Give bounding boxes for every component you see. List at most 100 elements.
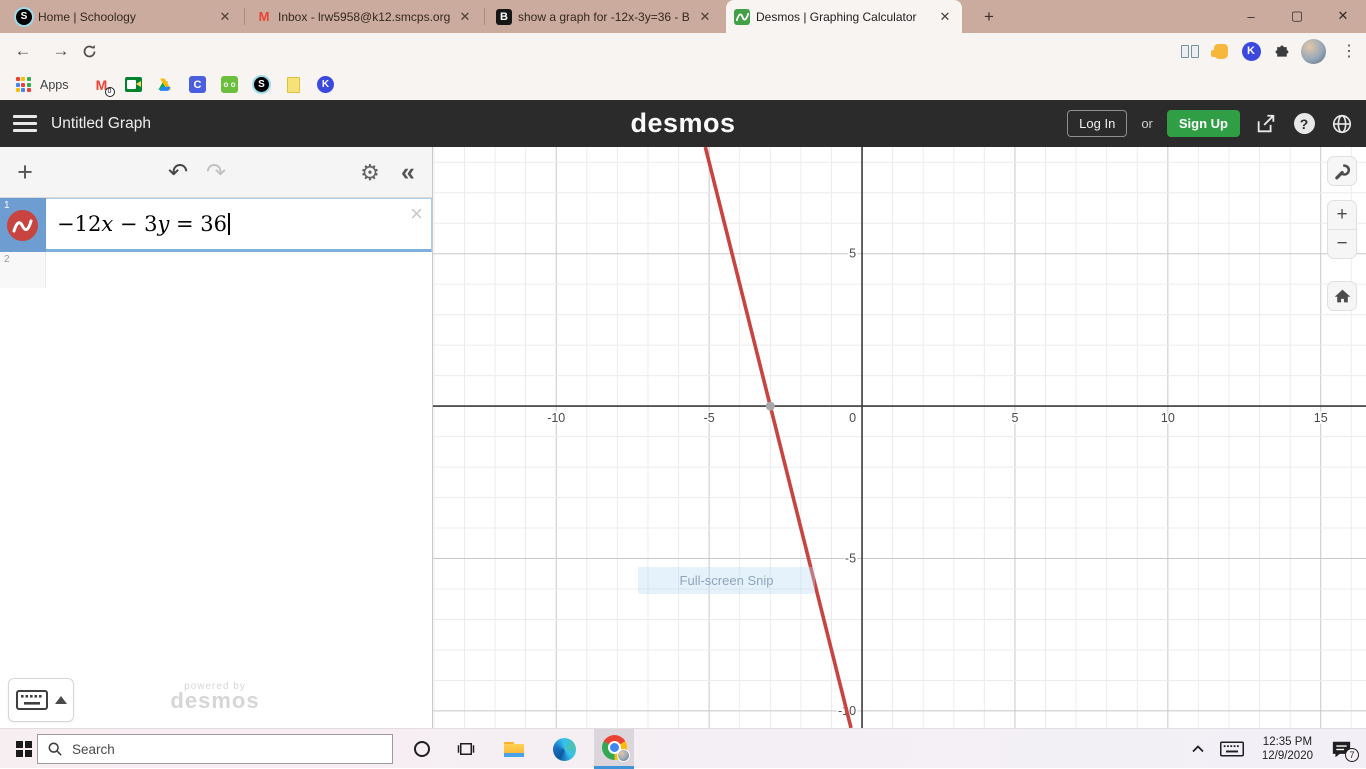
add-expression-button[interactable]: +	[10, 147, 40, 198]
desmos-favicon	[734, 8, 750, 25]
chrome-menu-icon[interactable]: ⋮	[1336, 38, 1362, 64]
graph-paper[interactable]: -10-5510155-5-100 Full-screen Snip + −	[433, 147, 1366, 728]
tab-bing-search[interactable]: B show a graph for -12x-3y=36 - B ✕	[488, 0, 722, 33]
expression-row-1[interactable]: 1 −12x − 3y = 36 ×	[0, 198, 432, 252]
taskbar-clock[interactable]: 12:35 PM 12/9/2020	[1262, 735, 1313, 763]
tab-schoology[interactable]: S Home | Schoology ✕	[8, 0, 242, 33]
bing-favicon: B	[496, 8, 512, 25]
browser-toolbar: ← → desmos.com/calculator K ⋮	[0, 33, 1366, 99]
graph-title[interactable]: Untitled Graph	[51, 115, 151, 133]
zoom-out-button[interactable]: −	[1328, 230, 1356, 258]
svg-text:-10: -10	[547, 411, 565, 425]
apps-label[interactable]: Apps	[40, 78, 69, 92]
show-keyboard-button[interactable]	[8, 678, 74, 722]
line-style-icon[interactable]	[7, 210, 38, 241]
main-menu-icon[interactable]	[13, 115, 37, 132]
chrome-button-active[interactable]	[594, 729, 634, 769]
chrome-profile-badge	[616, 749, 630, 762]
close-window-button[interactable]: ✕	[1320, 0, 1366, 32]
desmos-watermark[interactable]: powered by desmos	[130, 681, 300, 712]
tab-gmail[interactable]: M Inbox - lrw5958@k12.smcps.org ✕	[248, 0, 482, 33]
clever-bookmark-icon[interactable]: C	[189, 76, 207, 94]
new-tab-button[interactable]: +	[976, 5, 1002, 29]
svg-text:-5: -5	[845, 552, 856, 566]
action-center-button[interactable]: 7	[1331, 740, 1359, 762]
redo-button[interactable]: ↷	[200, 147, 232, 198]
kami-bookmark-icon[interactable]: K	[317, 76, 335, 94]
schoology-bookmark-icon[interactable]: S	[253, 76, 271, 94]
default-viewport-home-button[interactable]	[1327, 281, 1357, 311]
wrench-icon	[1334, 163, 1350, 179]
tab-title: Desmos | Graphing Calculator	[756, 9, 917, 24]
file-explorer-button[interactable]	[492, 729, 536, 769]
expression-index: 1	[4, 200, 10, 211]
windows-taskbar: Search 12:35 PM 12/9/2020 7	[0, 728, 1366, 769]
graph-canvas[interactable]: -10-5510155-5-100	[433, 147, 1366, 728]
drive-bookmark-icon[interactable]	[157, 76, 175, 94]
close-tab-icon[interactable]: ✕	[936, 9, 954, 25]
expression-row-2[interactable]: 2	[0, 252, 46, 288]
fullscreen-snip-overlay: Full-screen Snip	[638, 567, 815, 594]
svg-text:-5: -5	[704, 411, 715, 425]
touch-keyboard-icon[interactable]	[1219, 741, 1244, 757]
share-icon[interactable]	[1254, 112, 1278, 136]
bookmarks-bar: Apps M 0 C o o S K	[0, 69, 1366, 100]
profile-avatar[interactable]	[1300, 38, 1326, 64]
minimize-button[interactable]: –	[1228, 0, 1274, 32]
gmail-bookmark-icon[interactable]: M 0	[93, 76, 115, 97]
tab-strip: S Home | Schoology ✕ M Inbox - lrw5958@k…	[0, 0, 1366, 33]
back-button[interactable]: ←	[10, 38, 36, 64]
apps-grid-icon[interactable]	[14, 76, 32, 94]
expression-panel: + ↶ ↷ ⚙ « 1 −12x − 3y = 36 × 2 powered b…	[0, 147, 433, 728]
zoom-in-button[interactable]: +	[1328, 201, 1356, 229]
globe-language-icon[interactable]	[1330, 112, 1354, 136]
keyboard-expand-icon	[54, 696, 67, 704]
graph-settings-gear-icon[interactable]: ⚙	[354, 147, 386, 198]
edge-icon	[552, 737, 576, 761]
tab-separator	[484, 8, 485, 25]
date: 12/9/2020	[1261, 750, 1313, 762]
hidden-icons-chevron[interactable]	[1192, 745, 1204, 753]
taskbar-search-input[interactable]: Search	[37, 734, 393, 764]
notes-bookmark-icon[interactable]	[285, 76, 303, 94]
search-icon	[48, 742, 62, 756]
notification-count-badge: 7	[1345, 747, 1359, 762]
extensions-puzzle-icon[interactable]	[1270, 38, 1296, 64]
sign-up-button[interactable]: Sign Up	[1166, 110, 1240, 137]
svg-text:0: 0	[849, 411, 856, 425]
or-label: or	[1141, 116, 1153, 131]
prodigy-bookmark-icon[interactable]: o o	[221, 76, 239, 94]
tab-title: Inbox - lrw5958@k12.smcps.org	[278, 9, 450, 24]
tab-title: Home | Schoology	[38, 9, 136, 24]
graph-settings-wrench-button[interactable]	[1327, 156, 1357, 186]
expression-toolbar: + ↶ ↷ ⚙ «	[0, 147, 432, 198]
help-icon[interactable]: ?	[1292, 112, 1316, 136]
svg-text:5: 5	[849, 247, 856, 261]
kami-extension-icon[interactable]: K	[1238, 38, 1264, 64]
log-in-button[interactable]: Log In	[1067, 110, 1128, 137]
close-tab-icon[interactable]: ✕	[696, 9, 714, 25]
chrome-icon	[601, 735, 630, 762]
expression-1-gutter[interactable]: 1	[0, 198, 46, 252]
tab-desmos-active[interactable]: Desmos | Graphing Calculator ✕	[726, 0, 962, 33]
delete-expression-icon[interactable]: ×	[410, 201, 423, 227]
file-explorer-icon	[504, 741, 524, 757]
maximize-button[interactable]: ▢	[1274, 0, 1320, 32]
meet-bookmark-icon[interactable]	[125, 76, 143, 94]
close-tab-icon[interactable]: ✕	[216, 9, 234, 25]
cortana-button[interactable]	[400, 729, 444, 769]
expression-1-input[interactable]: −12x − 3y = 36 ×	[46, 198, 432, 252]
equation-text: −12x − 3y = 36	[57, 212, 230, 236]
edge-button[interactable]	[542, 729, 586, 769]
hand-extension-icon[interactable]	[1208, 38, 1234, 64]
zoom-controls: + −	[1327, 200, 1357, 259]
task-view-button[interactable]	[444, 729, 488, 769]
collapse-panel-button[interactable]: «	[392, 147, 424, 198]
forward-button[interactable]: →	[48, 38, 74, 64]
split-tabs-extension-icon[interactable]	[1177, 38, 1203, 64]
svg-text:5: 5	[1011, 411, 1018, 425]
undo-button[interactable]: ↶	[162, 147, 194, 198]
close-tab-icon[interactable]: ✕	[456, 9, 474, 25]
reload-button[interactable]	[76, 38, 102, 64]
svg-text:10: 10	[1161, 411, 1175, 425]
